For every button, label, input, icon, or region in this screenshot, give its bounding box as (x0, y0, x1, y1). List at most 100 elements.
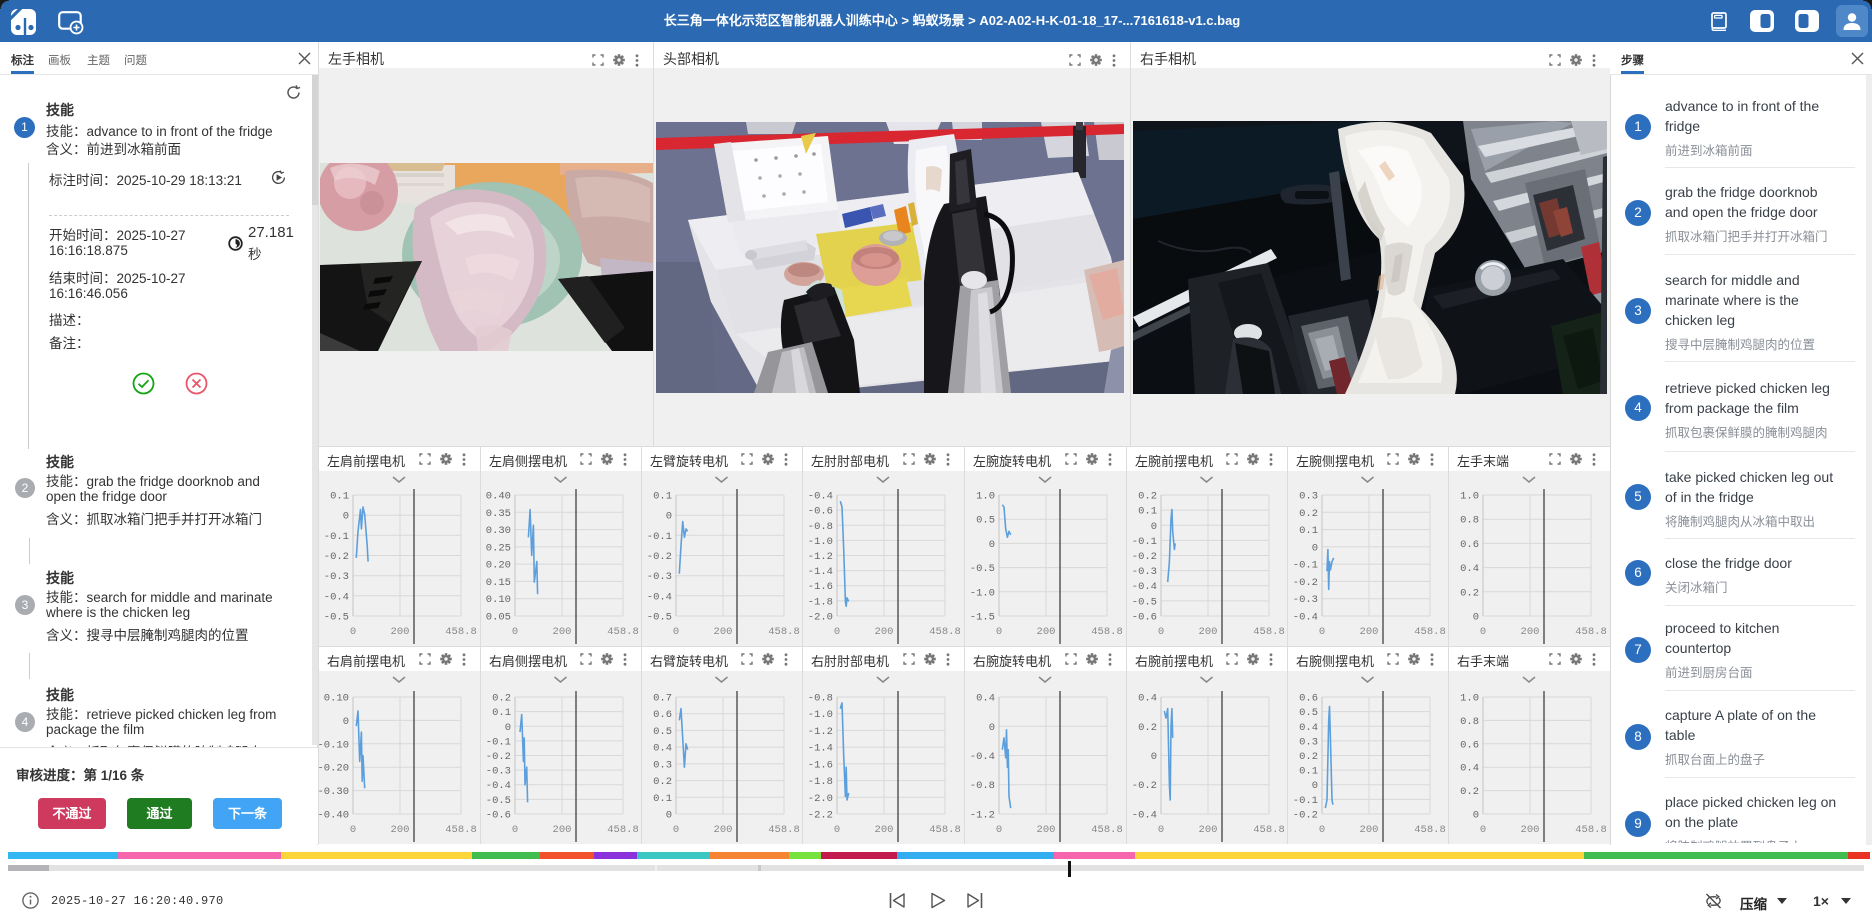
svg-text:-0.2: -0.2 (486, 751, 511, 763)
svg-text:0: 0 (673, 824, 679, 836)
svg-text:0.8: 0.8 (1460, 716, 1479, 728)
svg-text:-0.30: -0.30 (318, 786, 349, 798)
svg-text:458.8: 458.8 (607, 626, 639, 638)
svg-text:-1.5: -1.5 (970, 612, 995, 624)
svg-text:-0.8: -0.8 (808, 521, 833, 533)
svg-text:-0.1: -0.1 (1293, 795, 1318, 807)
svg-text:0.15: 0.15 (486, 577, 511, 589)
svg-text:0.10: 0.10 (324, 693, 349, 705)
svg-text:458.8: 458.8 (445, 626, 477, 638)
svg-text:-0.8: -0.8 (970, 780, 995, 792)
svg-text:0.6: 0.6 (1299, 693, 1318, 705)
svg-text:200: 200 (1360, 824, 1379, 836)
svg-text:0: 0 (1158, 824, 1164, 836)
svg-text:200: 200 (391, 824, 410, 836)
svg-text:0.1: 0.1 (1299, 525, 1318, 537)
svg-text:-0.8: -0.8 (808, 693, 833, 705)
svg-text:0.1: 0.1 (1299, 766, 1318, 778)
svg-text:458.8: 458.8 (1091, 824, 1123, 836)
svg-text:458.8: 458.8 (929, 824, 961, 836)
svg-text:-0.4: -0.4 (486, 780, 511, 792)
svg-text:-0.2: -0.2 (324, 551, 349, 563)
svg-text:-0.40: -0.40 (318, 810, 349, 822)
svg-text:-0.2: -0.2 (1132, 551, 1157, 563)
svg-text:-0.3: -0.3 (1132, 566, 1157, 578)
svg-text:-1.4: -1.4 (808, 566, 833, 578)
svg-text:200: 200 (553, 626, 572, 638)
svg-text:-2.0: -2.0 (808, 793, 833, 805)
svg-text:-0.5: -0.5 (970, 563, 995, 575)
svg-text:-0.2: -0.2 (1132, 780, 1157, 792)
svg-text:0.5: 0.5 (653, 726, 672, 738)
svg-text:-1.0: -1.0 (808, 536, 833, 548)
svg-text:458.8: 458.8 (1414, 824, 1446, 836)
svg-text:-0.6: -0.6 (486, 810, 511, 822)
svg-text:-0.6: -0.6 (808, 506, 833, 518)
svg-text:0.3: 0.3 (1299, 491, 1318, 503)
svg-text:0: 0 (343, 511, 349, 523)
svg-text:0: 0 (1319, 626, 1325, 638)
svg-text:0.2: 0.2 (1138, 491, 1157, 503)
svg-text:0: 0 (989, 539, 995, 551)
svg-text:200: 200 (553, 824, 572, 836)
svg-text:0: 0 (1480, 824, 1486, 836)
svg-text:458.8: 458.8 (1253, 626, 1285, 638)
svg-text:458.8: 458.8 (768, 626, 800, 638)
svg-text:-0.5: -0.5 (1132, 596, 1157, 608)
svg-text:200: 200 (1360, 626, 1379, 638)
svg-text:200: 200 (875, 626, 894, 638)
svg-text:-0.4: -0.4 (324, 591, 349, 603)
svg-text:200: 200 (714, 824, 733, 836)
svg-text:1.0: 1.0 (976, 491, 995, 503)
svg-text:-0.2: -0.2 (647, 551, 672, 563)
svg-text:-0.4: -0.4 (647, 591, 672, 603)
svg-text:0: 0 (666, 810, 672, 822)
svg-text:-0.10: -0.10 (318, 739, 349, 751)
svg-text:-0.2: -0.2 (1293, 577, 1318, 589)
svg-text:0: 0 (666, 511, 672, 523)
svg-text:0: 0 (673, 626, 679, 638)
svg-text:458.8: 458.8 (1575, 824, 1607, 836)
svg-text:-1.4: -1.4 (808, 743, 833, 755)
svg-text:0: 0 (350, 626, 356, 638)
svg-text:0: 0 (512, 626, 518, 638)
svg-text:-1.2: -1.2 (970, 810, 995, 822)
svg-text:0.2: 0.2 (1299, 751, 1318, 763)
svg-text:0: 0 (343, 716, 349, 728)
svg-text:458.8: 458.8 (1091, 626, 1123, 638)
svg-text:-1.6: -1.6 (808, 581, 833, 593)
svg-text:0: 0 (1312, 780, 1318, 792)
svg-text:0.4: 0.4 (976, 693, 995, 705)
svg-text:0.5: 0.5 (976, 515, 995, 527)
svg-text:0.3: 0.3 (653, 759, 672, 771)
svg-text:-0.1: -0.1 (647, 531, 672, 543)
svg-text:-1.2: -1.2 (808, 551, 833, 563)
svg-text:200: 200 (1521, 824, 1540, 836)
svg-text:200: 200 (714, 626, 733, 638)
svg-text:0.1: 0.1 (653, 793, 672, 805)
svg-text:0.2: 0.2 (1460, 587, 1479, 599)
svg-text:0.5: 0.5 (1299, 707, 1318, 719)
svg-text:-0.3: -0.3 (324, 571, 349, 583)
svg-text:-1.6: -1.6 (808, 759, 833, 771)
svg-text:200: 200 (1037, 626, 1056, 638)
svg-text:0: 0 (996, 824, 1002, 836)
svg-text:458.8: 458.8 (607, 824, 639, 836)
svg-text:200: 200 (1199, 626, 1218, 638)
svg-text:1.0: 1.0 (1460, 693, 1479, 705)
svg-text:0: 0 (1151, 751, 1157, 763)
svg-text:458.8: 458.8 (1253, 824, 1285, 836)
svg-text:0.05: 0.05 (486, 612, 511, 624)
svg-text:0.1: 0.1 (1138, 506, 1157, 518)
svg-text:458.8: 458.8 (929, 626, 961, 638)
svg-text:0: 0 (1151, 521, 1157, 533)
svg-text:0: 0 (996, 626, 1002, 638)
svg-text:-1.2: -1.2 (808, 726, 833, 738)
svg-text:-0.1: -0.1 (1293, 560, 1318, 572)
svg-text:0.4: 0.4 (1299, 722, 1318, 734)
svg-text:-0.6: -0.6 (1132, 612, 1157, 624)
svg-text:0.4: 0.4 (653, 743, 672, 755)
svg-text:1.0: 1.0 (1460, 491, 1479, 503)
svg-text:0.2: 0.2 (492, 693, 511, 705)
svg-text:0.7: 0.7 (653, 693, 672, 705)
